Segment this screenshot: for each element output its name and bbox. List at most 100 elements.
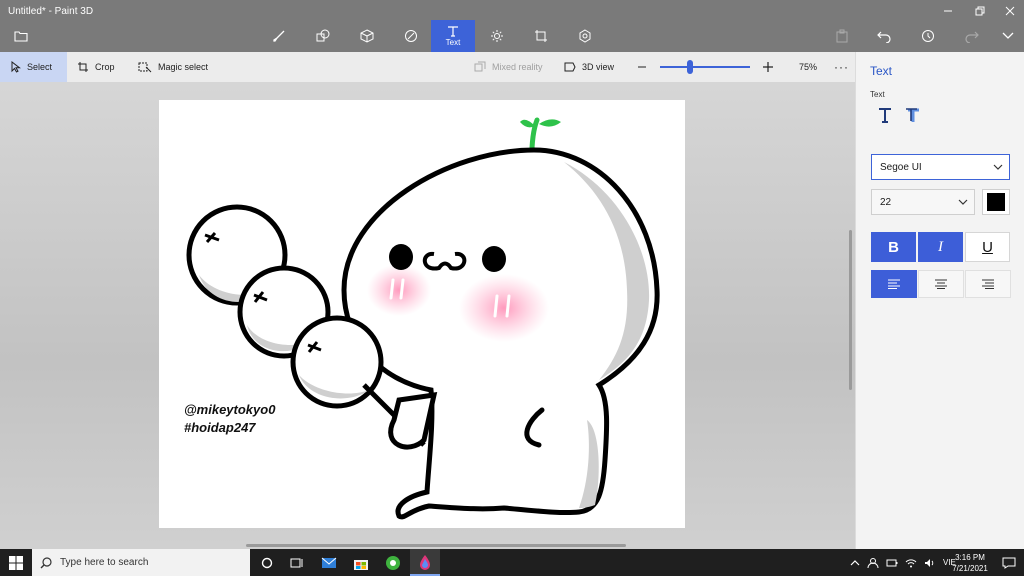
font-size-dropdown[interactable]: 22 [871, 189, 975, 215]
text-color-picker[interactable] [982, 189, 1010, 215]
cortana-button[interactable] [252, 549, 282, 576]
crop-icon [78, 62, 88, 72]
text-properties-panel: Text Text Segoe UI 22 B I U [855, 52, 1024, 549]
select-cursor-icon [11, 61, 21, 73]
action-center-button[interactable] [996, 549, 1022, 576]
mixed-reality-icon [474, 61, 486, 72]
mixed-reality-label: Mixed reality [492, 62, 543, 72]
people-icon[interactable] [867, 557, 879, 569]
tool-3d-shapes[interactable] [345, 20, 389, 52]
zoom-in-button[interactable] [762, 52, 774, 82]
effects-icon [491, 30, 503, 42]
text-icon [448, 26, 458, 37]
more-options-button[interactable]: ··· [834, 52, 849, 82]
mixed-reality-button[interactable]: Mixed reality [474, 52, 543, 82]
chevron-down-icon [1002, 32, 1014, 39]
taskbar: Type here to search VIE 3:16 PM 7/21/202… [0, 549, 1024, 576]
align-right-button[interactable] [965, 270, 1011, 298]
minimize-icon [944, 10, 952, 12]
browser-app-button[interactable] [378, 549, 408, 576]
watermark-handle: @mikeytokyo0 [184, 402, 276, 417]
wifi-icon[interactable] [905, 558, 917, 568]
tool-brushes[interactable] [257, 20, 301, 52]
volume-icon[interactable] [924, 558, 936, 568]
close-button[interactable] [996, 2, 1024, 20]
clock[interactable]: 3:16 PM 7/21/2021 [948, 552, 992, 574]
paste-icon [836, 29, 848, 43]
2d-text-button[interactable] [874, 104, 896, 126]
crop-button[interactable]: Crop [77, 52, 115, 82]
magic-select-button[interactable]: Magic select [138, 52, 208, 82]
chevron-up-icon[interactable] [850, 559, 860, 567]
more-icon: ··· [834, 60, 849, 74]
chevron-down-icon [958, 199, 968, 205]
magic-select-icon [138, 62, 152, 73]
redo-icon [965, 31, 979, 43]
align-center-icon [935, 279, 947, 289]
font-family-dropdown[interactable]: Segoe UI [871, 154, 1010, 180]
3d-text-icon [906, 108, 919, 122]
undo-button[interactable] [870, 24, 898, 48]
zoom-slider-track[interactable] [660, 66, 750, 68]
underline-button[interactable]: U [965, 232, 1010, 262]
mochi-character-drawing [186, 117, 660, 520]
notification-icon [1002, 557, 1016, 569]
panel-subtitle: Text [870, 90, 885, 99]
chevron-down-icon [993, 164, 1003, 170]
align-left-icon [888, 279, 900, 289]
3d-view-icon [564, 62, 576, 72]
tool-stickers[interactable] [389, 20, 433, 52]
align-left-button[interactable] [871, 270, 917, 298]
brushes-icon [273, 30, 285, 42]
history-button[interactable] [914, 24, 942, 48]
minimize-button[interactable] [934, 2, 962, 20]
horizontal-scrollbar[interactable] [246, 544, 626, 547]
canvas-icon [535, 30, 547, 42]
align-center-button[interactable] [918, 270, 964, 298]
italic-icon: I [938, 238, 943, 255]
store-app-button[interactable] [346, 549, 376, 576]
font-family-value: Segoe UI [880, 161, 922, 173]
mail-icon [321, 557, 337, 568]
search-placeholder: Type here to search [60, 557, 149, 568]
zoom-slider-thumb[interactable] [686, 60, 693, 74]
tool-text-label: Text [445, 38, 461, 47]
task-view-button[interactable] [282, 549, 312, 576]
task-view-icon [290, 558, 303, 567]
drawing-canvas[interactable]: @mikeytokyo0 #hoidap247 [159, 100, 685, 528]
store-icon [354, 559, 368, 570]
restore-button[interactable] [966, 2, 994, 20]
mail-app-button[interactable] [314, 549, 344, 576]
menu-button[interactable] [10, 26, 32, 46]
bold-button[interactable]: B [871, 232, 916, 262]
tool-3d-library[interactable] [563, 20, 607, 52]
tool-effects[interactable] [475, 20, 519, 52]
battery-icon[interactable] [886, 558, 898, 568]
2d-text-icon [879, 108, 891, 123]
2d-shapes-icon [316, 29, 330, 42]
tool-2d-shapes[interactable] [301, 20, 345, 52]
redo-button[interactable] [958, 24, 986, 48]
zoom-out-button[interactable] [637, 52, 647, 82]
color-swatch-fill [987, 193, 1005, 211]
expand-menu-button[interactable] [994, 24, 1022, 48]
vertical-scrollbar[interactable] [849, 230, 852, 390]
start-button[interactable] [0, 549, 32, 576]
tool-canvas[interactable] [519, 20, 563, 52]
3d-view-button[interactable]: 3D view [564, 52, 614, 82]
folder-icon [14, 31, 28, 42]
paint3d-app-button[interactable] [410, 549, 440, 576]
bold-icon: B [888, 238, 899, 256]
select-button[interactable]: Select [0, 52, 67, 82]
paste-button[interactable] [828, 24, 856, 48]
3d-text-button[interactable] [902, 104, 924, 126]
tool-text[interactable]: Text [431, 20, 475, 52]
windows-logo-icon [9, 555, 23, 570]
coccoc-browser-icon [386, 555, 400, 570]
taskbar-search-box[interactable]: Type here to search [32, 549, 250, 576]
window-title: Untitled* - Paint 3D [8, 6, 94, 17]
3d-shapes-icon [360, 29, 374, 43]
italic-button[interactable]: I [918, 232, 963, 262]
font-size-value: 22 [880, 196, 892, 208]
3d-view-label: 3D view [582, 62, 615, 72]
